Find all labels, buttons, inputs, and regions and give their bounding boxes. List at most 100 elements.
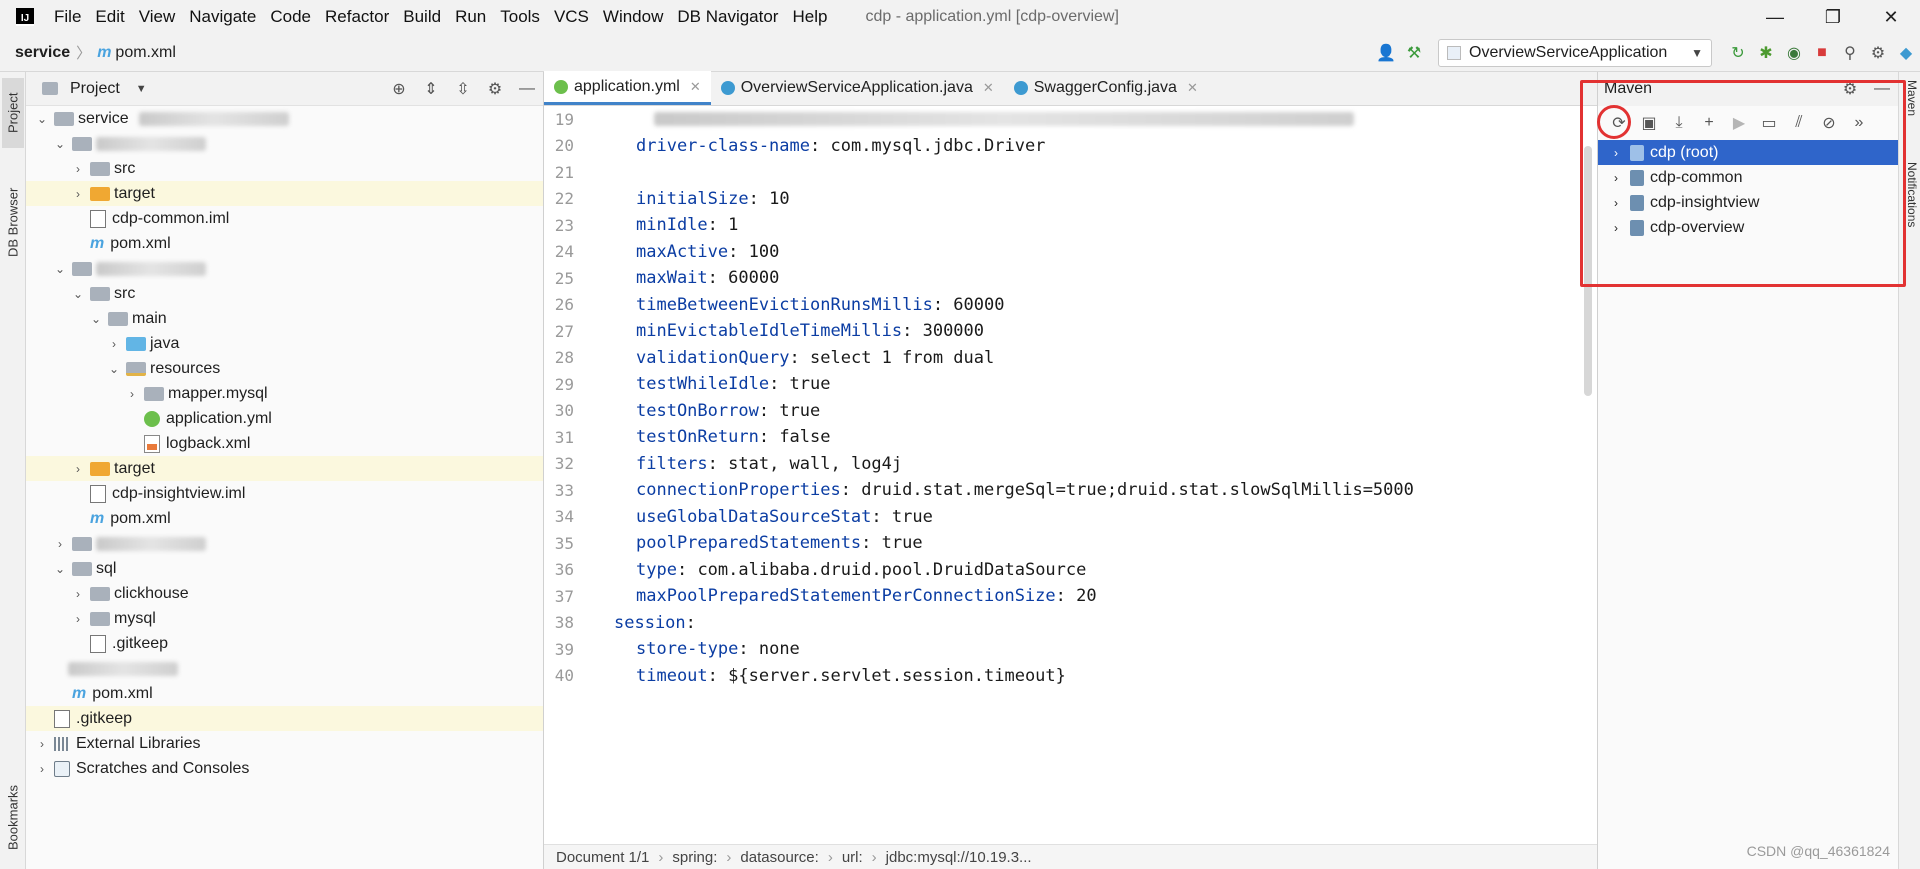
- minimize-button[interactable]: —: [1746, 0, 1804, 34]
- stop-icon[interactable]: ■: [1808, 39, 1836, 67]
- tree-item[interactable]: .gitkeep: [26, 706, 543, 731]
- chevron-right-icon[interactable]: ›: [52, 537, 68, 551]
- chevron-right-icon[interactable]: ›: [34, 737, 50, 751]
- tree-item-redacted[interactable]: [26, 656, 543, 681]
- chevron-right-icon[interactable]: ›: [70, 162, 86, 176]
- collapse-all-icon[interactable]: ⇳: [447, 74, 479, 104]
- editor-breadcrumb-item[interactable]: jdbc:mysql://10.19.3...: [886, 849, 1032, 866]
- hide-panel-icon[interactable]: —: [511, 74, 543, 104]
- menu-item[interactable]: VCS: [554, 7, 589, 27]
- chevron-right-icon[interactable]: ›: [124, 387, 140, 401]
- tree-item[interactable]: ⌄ src: [26, 281, 543, 306]
- chevron-right-icon[interactable]: ›: [70, 612, 86, 626]
- debug-bug-icon[interactable]: ✱: [1752, 39, 1780, 67]
- editor-breadcrumb-item[interactable]: Document 1/1: [556, 849, 649, 866]
- editor-tab[interactable]: OverviewServiceApplication.java ✕: [711, 71, 1004, 105]
- tree-item[interactable]: m pom.xml: [26, 231, 543, 256]
- chevron-down-icon[interactable]: ⌄: [70, 287, 86, 301]
- chevron-down-icon[interactable]: ⌄: [52, 562, 68, 576]
- close-icon[interactable]: ✕: [1187, 80, 1198, 96]
- tree-item[interactable]: logback.xml: [26, 431, 543, 456]
- menu-item[interactable]: Window: [603, 7, 663, 27]
- tree-item[interactable]: ⌄ sql: [26, 556, 543, 581]
- chevron-down-icon[interactable]: ⌄: [34, 112, 50, 126]
- yaml-value: true: [881, 506, 933, 527]
- breadcrumb-file[interactable]: pom.xml: [115, 44, 175, 62]
- editor-breadcrumb-item[interactable]: datasource:: [740, 849, 818, 866]
- chevron-right-icon[interactable]: ›: [34, 762, 50, 776]
- chevron-down-icon[interactable]: ⌄: [88, 312, 104, 326]
- gear-icon[interactable]: ⚙: [1864, 39, 1892, 67]
- main-toolbar: 👤 ⚒ OverviewServiceApplication ▼ ↻ ✱ ◉ ■…: [1372, 34, 1920, 72]
- tab-project-vertical[interactable]: Project: [2, 78, 24, 148]
- tree-item[interactable]: › target: [26, 456, 543, 481]
- chevron-right-icon[interactable]: ›: [70, 462, 86, 476]
- chevron-down-icon[interactable]: ⌄: [52, 262, 68, 276]
- chevron-right-icon[interactable]: ›: [106, 337, 122, 351]
- chevron-down-icon[interactable]: ⌄: [106, 362, 122, 376]
- tree-item[interactable]: › target: [26, 181, 543, 206]
- user-icon[interactable]: 👤: [1372, 39, 1400, 67]
- run-configuration-select[interactable]: OverviewServiceApplication ▼: [1438, 39, 1712, 67]
- tree-item[interactable]: cdp-common.iml: [26, 206, 543, 231]
- menu-item[interactable]: View: [139, 7, 176, 27]
- chevron-right-icon[interactable]: ›: [70, 587, 86, 601]
- tree-item-redacted[interactable]: ⌄: [26, 131, 543, 156]
- yaml-file-icon: [144, 410, 160, 427]
- close-icon[interactable]: ✕: [983, 80, 994, 96]
- tree-item[interactable]: ⌄ main: [26, 306, 543, 331]
- editor-tab[interactable]: application.yml ✕: [544, 71, 711, 105]
- project-folder-icon: [42, 82, 58, 95]
- tab-bookmarks-vertical[interactable]: Bookmarks: [2, 772, 24, 862]
- gear-icon[interactable]: ⚙: [479, 74, 511, 104]
- editor-breadcrumb-item[interactable]: spring:: [672, 849, 717, 866]
- tree-item[interactable]: cdp-insightview.iml: [26, 481, 543, 506]
- build-hammer-icon[interactable]: ⚒: [1400, 39, 1428, 67]
- locate-file-icon[interactable]: ⊕: [383, 74, 415, 104]
- tree-item[interactable]: m pom.xml: [26, 681, 543, 706]
- yaml-key: driver-class-name: [636, 135, 810, 156]
- menu-item[interactable]: Run: [455, 7, 486, 27]
- tree-item[interactable]: ⌄ resources: [26, 356, 543, 381]
- tree-item[interactable]: › mysql: [26, 606, 543, 631]
- tree-item[interactable]: ⌄ service: [26, 106, 543, 131]
- close-window-button[interactable]: ✕: [1862, 0, 1920, 34]
- menu-item[interactable]: DB Navigator: [677, 7, 778, 27]
- tree-item-redacted[interactable]: ›: [26, 531, 543, 556]
- menu-item[interactable]: Navigate: [189, 7, 256, 27]
- tree-item[interactable]: › mapper.mysql: [26, 381, 543, 406]
- tab-db-browser-vertical[interactable]: DB Browser: [2, 172, 24, 272]
- breadcrumb-root[interactable]: service: [15, 44, 70, 62]
- editor-breadcrumb-item[interactable]: url:: [842, 849, 863, 866]
- chevron-right-icon[interactable]: ›: [70, 187, 86, 201]
- tree-item[interactable]: m pom.xml: [26, 506, 543, 531]
- tree-item[interactable]: › External Libraries: [26, 731, 543, 756]
- expand-all-icon[interactable]: ⇕: [415, 74, 447, 104]
- tree-item[interactable]: › Scratches and Consoles: [26, 756, 543, 781]
- code-area[interactable]: 19 20 driver-class-name: com.mysql.jdbc.Dr…: [544, 106, 1597, 844]
- tree-item-redacted[interactable]: ⌄: [26, 256, 543, 281]
- menu-item[interactable]: Edit: [95, 7, 124, 27]
- menu-item[interactable]: File: [54, 7, 81, 27]
- chevron-down-icon[interactable]: ▼: [136, 83, 147, 95]
- jetbrains-icon[interactable]: ◆: [1892, 39, 1920, 67]
- project-panel-title[interactable]: Project: [70, 80, 120, 98]
- menu-item[interactable]: Build: [403, 7, 441, 27]
- coverage-icon[interactable]: ◉: [1780, 39, 1808, 67]
- tree-item[interactable]: .gitkeep: [26, 631, 543, 656]
- editor-tab[interactable]: SwaggerConfig.java ✕: [1004, 71, 1208, 105]
- menu-item[interactable]: Help: [792, 7, 827, 27]
- close-icon[interactable]: ✕: [690, 79, 701, 95]
- menu-item[interactable]: Code: [270, 7, 311, 27]
- rerun-icon[interactable]: ↻: [1724, 39, 1752, 67]
- menu-item[interactable]: Tools: [500, 7, 540, 27]
- menu-item[interactable]: Refactor: [325, 7, 389, 27]
- tree-item[interactable]: › clickhouse: [26, 581, 543, 606]
- tree-item[interactable]: › src: [26, 156, 543, 181]
- search-icon[interactable]: ⚲: [1836, 39, 1864, 67]
- tree-item[interactable]: application.yml: [26, 406, 543, 431]
- tree-item[interactable]: › java: [26, 331, 543, 356]
- java-class-icon: [1013, 81, 1028, 95]
- chevron-down-icon[interactable]: ⌄: [52, 137, 68, 151]
- maximize-button[interactable]: ❐: [1804, 0, 1862, 34]
